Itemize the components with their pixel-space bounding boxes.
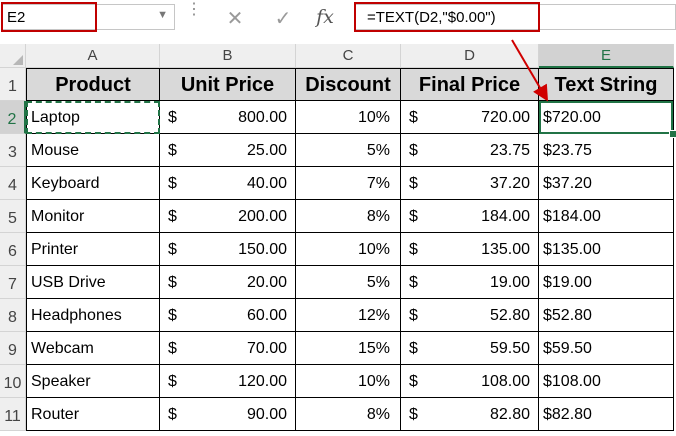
annotation-arrow bbox=[511, 39, 549, 102]
